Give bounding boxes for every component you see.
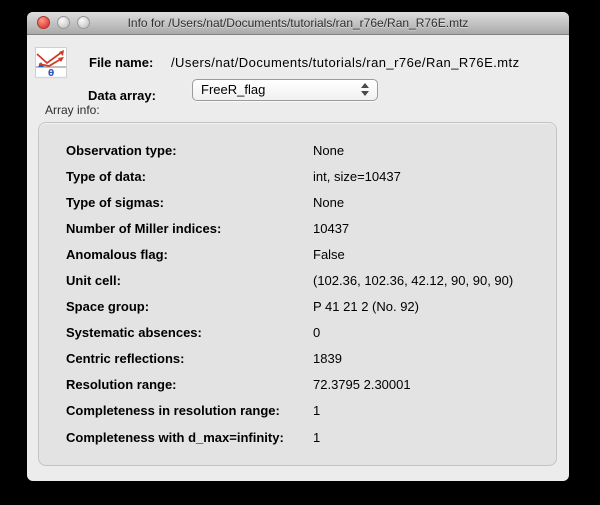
info-row: Type of data: int, size=10437 xyxy=(39,163,556,189)
info-row-value: 1 xyxy=(313,430,320,445)
info-row: Space group: P 41 21 2 (No. 92) xyxy=(39,294,556,320)
info-row-label: Type of data: xyxy=(66,169,313,184)
info-row-label: Completeness in resolution range: xyxy=(66,403,313,418)
info-row-value: int, size=10437 xyxy=(313,169,401,184)
info-row-value: None xyxy=(313,143,344,158)
info-row-value: 1839 xyxy=(313,351,342,366)
info-row-label: Completeness with d_max=infinity: xyxy=(66,430,313,445)
info-row: Completeness with d_max=infinity: 1 xyxy=(39,424,556,450)
data-array-label: Data array: xyxy=(88,88,156,103)
array-info-section-label: Array info: xyxy=(45,103,100,117)
info-row-value: (102.36, 102.36, 42.12, 90, 90, 90) xyxy=(313,273,513,288)
info-row: Completeness in resolution range: 1 xyxy=(39,398,556,424)
desktop: { "window": { "title": "Info for /Users/… xyxy=(0,0,600,505)
window-title: Info for /Users/nat/Documents/tutorials/… xyxy=(67,12,529,34)
data-array-select[interactable]: FreeR_flag xyxy=(192,79,378,101)
info-row-label: Resolution range: xyxy=(66,377,313,392)
data-array-selected-value: FreeR_flag xyxy=(201,82,265,97)
file-name-value: /Users/nat/Documents/tutorials/ran_r76e/… xyxy=(171,55,520,70)
info-row-label: Anomalous flag: xyxy=(66,247,313,262)
info-dialog-window: Info for /Users/nat/Documents/tutorials/… xyxy=(27,12,569,481)
info-row-label: Unit cell: xyxy=(66,273,313,288)
info-row: Anomalous flag: False xyxy=(39,241,556,267)
info-row: Number of Miller indices: 10437 xyxy=(39,215,556,241)
info-row-label: Centric reflections: xyxy=(66,351,313,366)
info-row: Systematic absences: 0 xyxy=(39,320,556,346)
title-bar[interactable]: Info for /Users/nat/Documents/tutorials/… xyxy=(27,12,569,35)
file-name-label: File name: xyxy=(89,55,153,70)
info-row-value: P 41 21 2 (No. 92) xyxy=(313,299,419,314)
array-info-groupbox: Observation type: None Type of data: int… xyxy=(38,122,557,466)
info-row-value: 0 xyxy=(313,325,320,340)
info-row-label: Observation type: xyxy=(66,143,313,158)
info-row: Resolution range: 72.3795 2.30001 xyxy=(39,372,556,398)
info-row: Unit cell: (102.36, 102.36, 42.12, 90, 9… xyxy=(39,267,556,293)
info-row-label: Number of Miller indices: xyxy=(66,221,313,236)
info-row-value: False xyxy=(313,247,345,262)
info-row-label: Systematic absences: xyxy=(66,325,313,340)
reflection-data-icon: θ xyxy=(35,47,67,81)
close-button[interactable] xyxy=(37,16,50,29)
info-row: Observation type: None xyxy=(39,137,556,163)
info-row-value: None xyxy=(313,195,344,210)
info-row-value: 10437 xyxy=(313,221,349,236)
info-row-value: 1 xyxy=(313,403,320,418)
info-row-label: Type of sigmas: xyxy=(66,195,313,210)
popup-arrows-icon xyxy=(361,83,370,96)
info-row-value: 72.3795 2.30001 xyxy=(313,377,411,392)
info-row: Centric reflections: 1839 xyxy=(39,346,556,372)
info-row-label: Space group: xyxy=(66,299,313,314)
svg-text:θ: θ xyxy=(48,69,54,79)
info-row: Type of sigmas: None xyxy=(39,189,556,215)
